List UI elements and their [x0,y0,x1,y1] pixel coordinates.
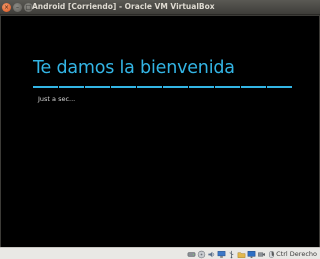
minimize-button[interactable]: – [13,3,22,12]
shared-folders-icon[interactable] [237,250,246,259]
audio-icon[interactable] [207,250,216,259]
loading-message: Just a sec... [38,95,76,103]
window-controls: × – □ [2,3,33,12]
welcome-underline [33,86,292,88]
host-key-label: Ctrl Derecho [276,250,317,258]
display-icon[interactable] [247,250,256,259]
vm-display[interactable]: Te damos la bienvenida Just a sec... [1,16,319,247]
host-key-indicator[interactable]: ⬇Ctrl Derecho [270,249,317,259]
optical-drive-icon[interactable] [197,250,206,259]
usb-icon[interactable] [227,250,236,259]
vm-statusbar: ⬇Ctrl Derecho [0,247,320,259]
video-capture-icon[interactable] [257,250,266,259]
welcome-title: Te damos la bienvenida [33,58,235,78]
close-button[interactable]: × [2,3,11,12]
window-title: Android [Corriendo] - Oracle VM VirtualB… [32,2,215,11]
network-icon[interactable] [217,250,226,259]
hard-disk-icon[interactable] [187,250,196,259]
host-key-arrow-icon: ⬇ [270,251,276,258]
window-titlebar[interactable]: × – □ Android [Corriendo] - Oracle VM Vi… [0,0,320,15]
device-icons [187,249,276,259]
